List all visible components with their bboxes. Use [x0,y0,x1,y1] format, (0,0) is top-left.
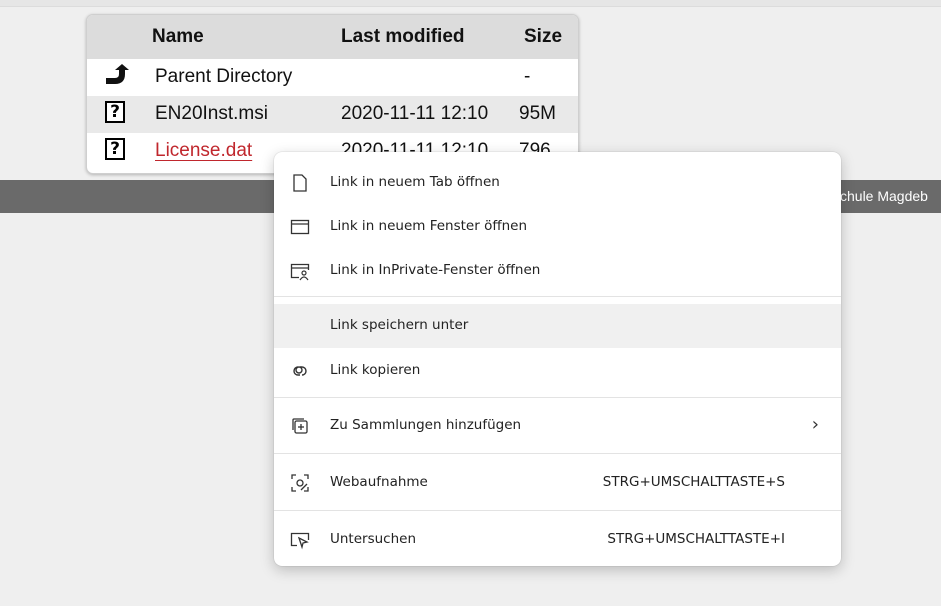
new-tab-icon [290,173,310,193]
inspect-icon [290,530,310,550]
menu-item-web-capture[interactable]: Webaufnahme STRG+UMSCHALTTASTE+S [274,461,841,505]
menu-item-label: Link in neuem Fenster öffnen [330,218,528,234]
new-window-icon [290,217,310,237]
column-header-name[interactable]: Name [152,26,204,48]
row-name-link[interactable]: Parent Directory [155,66,292,88]
row-name-link[interactable]: License.dat [155,140,252,162]
menu-separator [274,510,841,511]
link-icon [290,361,310,381]
menu-item-label: Zu Sammlungen hinzufügen [330,417,522,433]
unknown-file-icon: ? [105,138,127,162]
menu-item-open-new-tab[interactable]: Link in neuem Tab öffnen [274,161,841,205]
column-header-size[interactable]: Size [524,26,562,48]
row-size: - [524,66,531,87]
directory-listing-table: Name Last modified Size Parent Directory… [86,14,579,174]
menu-item-add-to-collections[interactable]: Zu Sammlungen hinzufügen › [274,404,841,448]
menu-item-copy-link[interactable]: Link kopieren [274,349,841,393]
footer-text: chule Magdeb [840,188,928,204]
web-capture-icon [290,473,310,493]
collections-add-icon [290,416,310,436]
row-name-link[interactable]: EN20Inst.msi [155,103,268,125]
menu-item-open-new-window[interactable]: Link in neuem Fenster öffnen [274,205,841,249]
back-arrow-icon [105,64,129,88]
menu-item-label: Link in InPrivate-Fenster öffnen [330,262,541,278]
menu-separator [274,453,841,454]
chevron-right-icon: › [811,414,819,435]
menu-item-label: Webaufnahme [330,474,428,490]
menu-item-shortcut: STRG+UMSCHALTTASTE+I [607,531,785,547]
menu-item-shortcut: STRG+UMSCHALTTASTE+S [602,474,785,490]
context-menu: Link in neuem Tab öffnen Link in neuem F… [274,152,841,566]
column-header-last-modified[interactable]: Last modified [341,26,465,48]
menu-item-label: Untersuchen [330,531,417,547]
menu-item-open-inprivate[interactable]: Link in InPrivate-Fenster öffnen [274,249,841,293]
page-top-border [0,0,941,7]
menu-separator [274,397,841,398]
row-modified: 2020-11-11 12:10 [341,103,489,124]
menu-separator [274,296,841,297]
table-header: Name Last modified Size [87,15,578,59]
row-size: 95M [519,103,556,124]
menu-item-label: Link speichern unter [330,317,469,333]
inprivate-window-icon [290,261,310,281]
menu-item-inspect[interactable]: Untersuchen STRG+UMSCHALTTASTE+I [274,518,841,562]
menu-item-label: Link in neuem Tab öffnen [330,174,500,190]
menu-item-save-link-as[interactable]: Link speichern unter [274,304,841,348]
unknown-file-icon: ? [105,101,127,125]
table-row: Parent Directory - [87,59,578,96]
menu-item-label: Link kopieren [330,362,421,378]
table-row: ? EN20Inst.msi 2020-11-11 12:10 95M [87,96,578,133]
